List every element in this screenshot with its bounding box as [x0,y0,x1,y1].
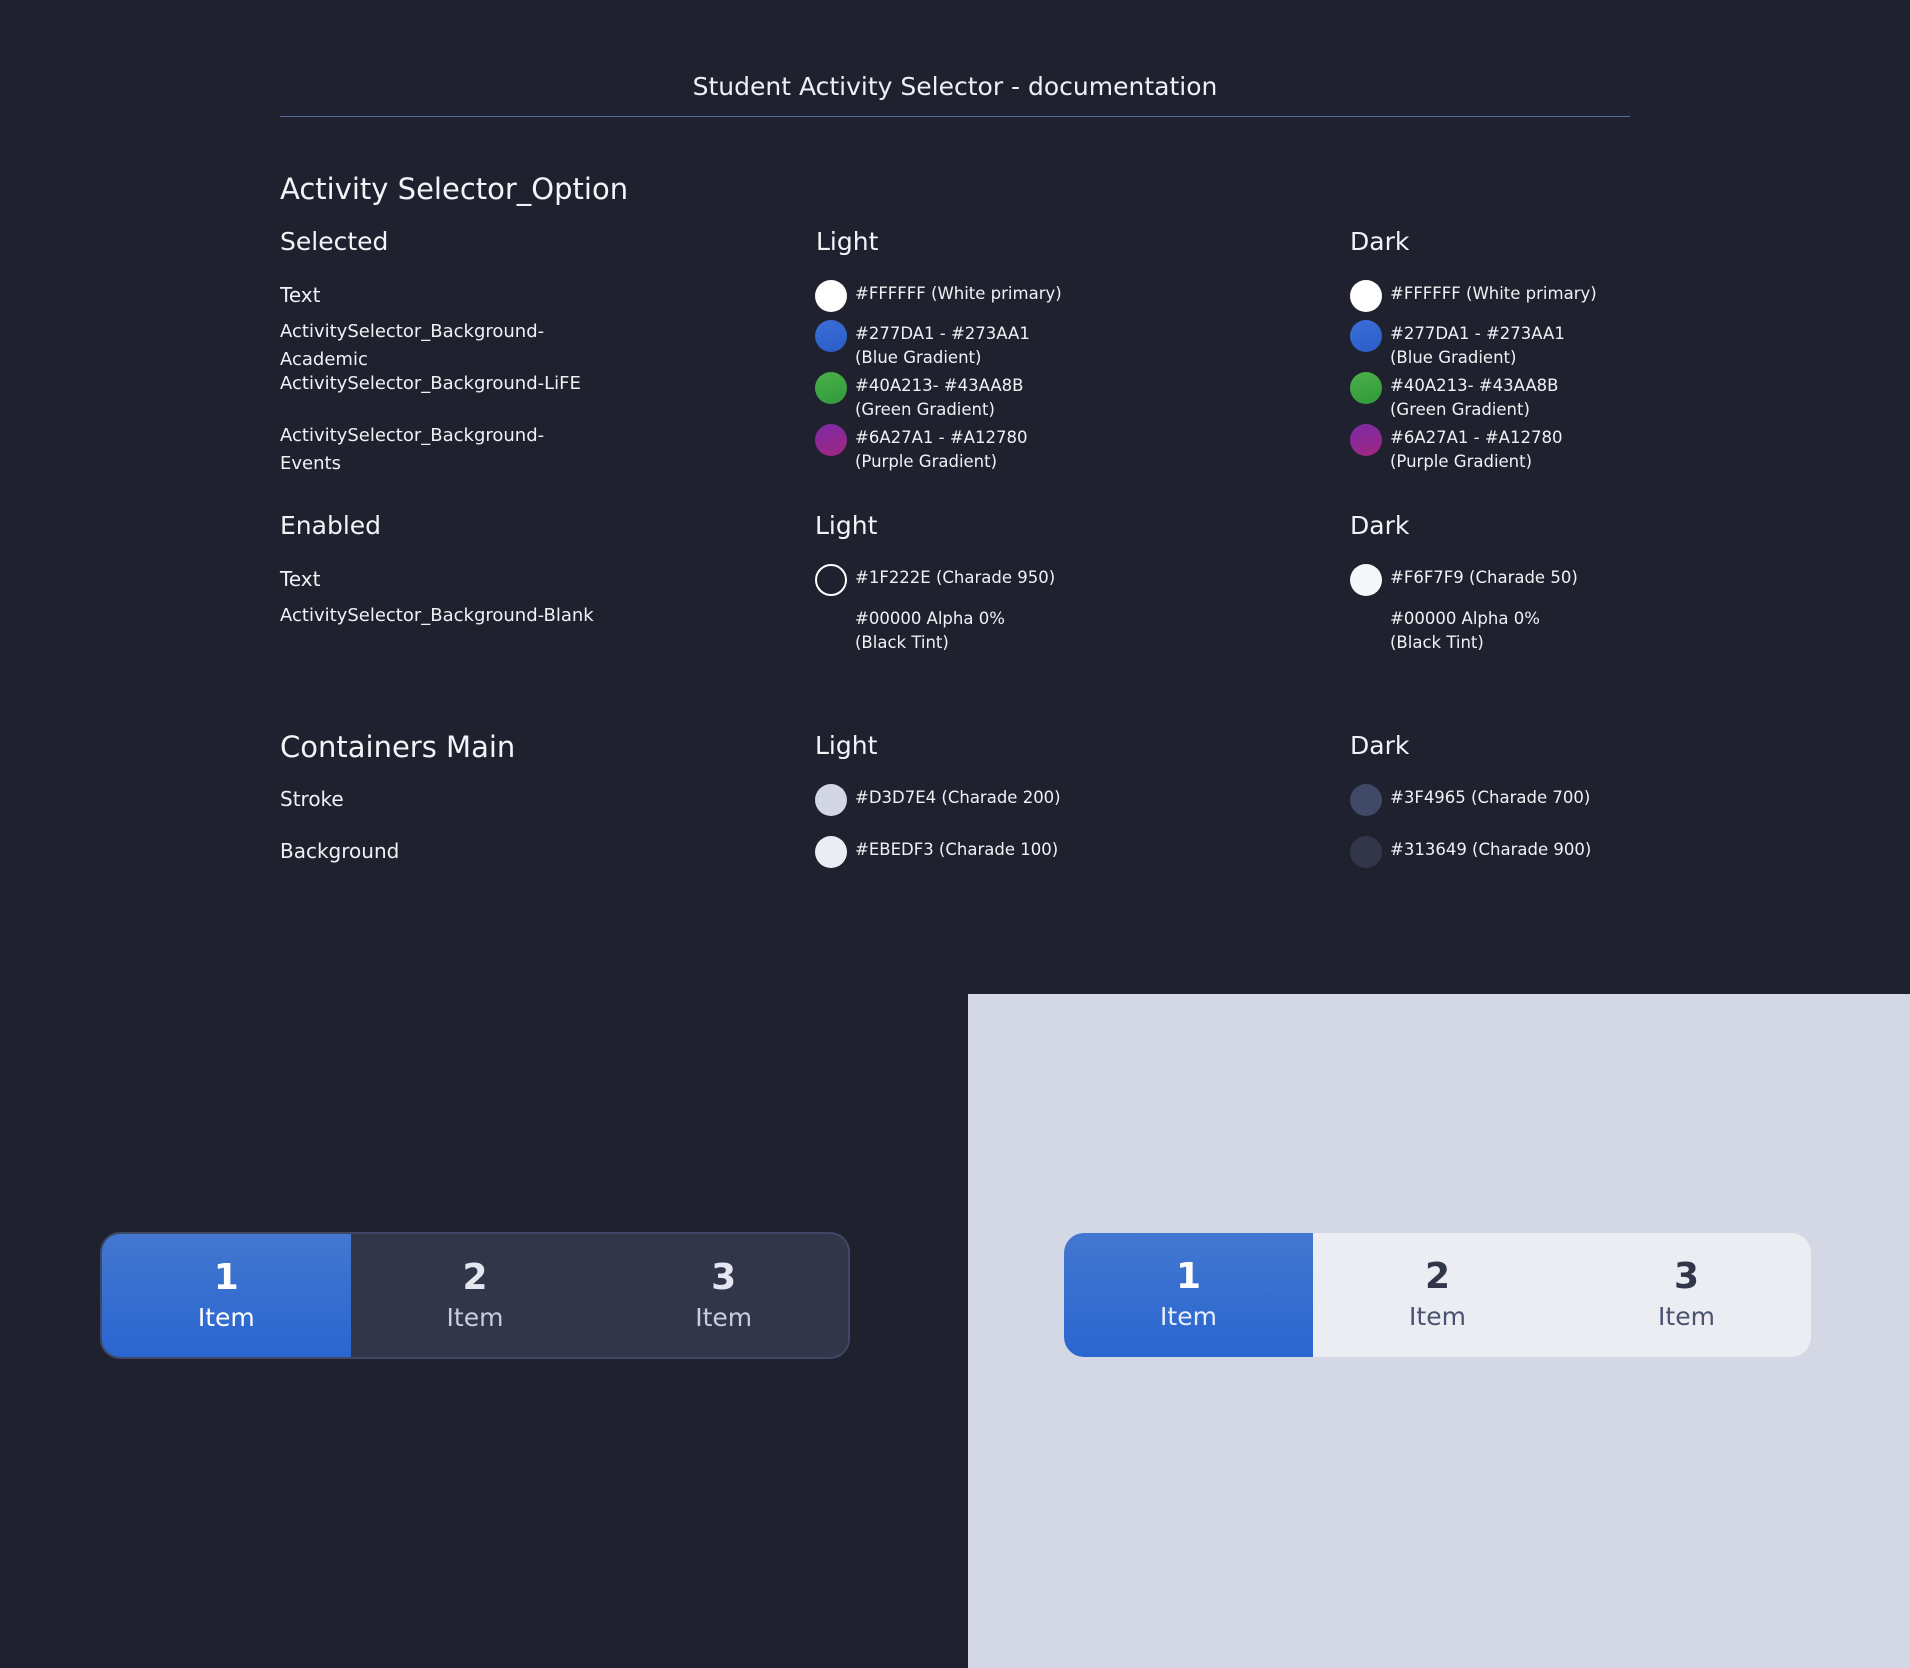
swatch-selected-light-life: #40A213- #43AA8B (Green Gradient) [815,372,1155,422]
charade-50-swatch-icon [1350,564,1382,596]
containers-light-heading: Light [815,731,878,760]
blue-gradient-swatch-icon [815,320,847,352]
swatch-containers-light-background: #EBEDF3 (Charade 100) [815,836,1155,868]
swatch-containers-dark-background: #313649 (Charade 900) [1350,836,1690,868]
enabled-light-heading: Light [815,511,878,540]
charade-100-swatch-icon [815,836,847,868]
selected-heading: Selected [280,227,389,256]
swatch-containers-dark-stroke: #3F4965 (Charade 700) [1350,784,1690,816]
swatch-enabled-dark-text: #F6F7F9 (Charade 50) [1350,564,1690,596]
blue-gradient-swatch-icon [1350,320,1382,352]
swatch-selected-dark-academic: #277DA1 - #273AA1 (Blue Gradient) [1350,320,1690,370]
activity-selector-dark: 1 Item 2 Item 3 Item [100,1232,850,1359]
selected-events-label: ActivitySelector_Background-Events [280,425,545,474]
selected-light-heading: Light [816,227,879,256]
swatch-selected-light-events: #6A27A1 - #A12780 (Purple Gradient) [815,424,1155,474]
activity-selector-light: 1 Item 2 Item 3 Item [1064,1233,1811,1357]
swatch-enabled-light-text: #1F222E (Charade 950) [815,564,1155,596]
doc-title: Student Activity Selector - documentatio… [692,72,1218,101]
green-gradient-swatch-icon [1350,372,1382,404]
containers-stroke-label: Stroke [280,787,344,811]
enabled-dark-heading: Dark [1350,511,1410,540]
charade-950-swatch-icon [815,564,847,596]
enabled-heading: Enabled [280,511,382,540]
green-gradient-swatch-icon [815,372,847,404]
selected-academic-label: ActivitySelector_Background-Academic [280,321,545,370]
section-title-containers: Containers Main [280,730,516,764]
enabled-text-label: Text [280,567,321,591]
selected-life-label: ActivitySelector_Background-LiFE [280,373,581,394]
activity-option-3[interactable]: 3 Item [599,1234,848,1357]
title-divider [280,116,1630,117]
charade-900-swatch-icon [1350,836,1382,868]
swatch-enabled-dark-blank: #00000 Alpha 0% (Black Tint) [1390,609,1540,652]
purple-gradient-swatch-icon [815,424,847,456]
containers-background-label: Background [280,839,400,863]
containers-dark-heading: Dark [1350,731,1410,760]
white-swatch-icon [1350,280,1382,312]
swatch-selected-dark-events: #6A27A1 - #A12780 (Purple Gradient) [1350,424,1690,474]
charade-200-swatch-icon [815,784,847,816]
swatch-selected-light-text: #FFFFFF (White primary) [815,280,1155,312]
white-swatch-icon [815,280,847,312]
swatch-selected-light-academic: #277DA1 - #273AA1 (Blue Gradient) [815,320,1155,370]
selected-dark-heading: Dark [1350,227,1410,256]
activity-option-2[interactable]: 2 Item [1313,1233,1562,1357]
activity-option-1[interactable]: 1 Item [1064,1233,1313,1357]
section-title-option: Activity Selector_Option [280,172,629,206]
activity-option-1[interactable]: 1 Item [102,1234,351,1357]
swatch-containers-light-stroke: #D3D7E4 (Charade 200) [815,784,1155,816]
selected-text-label: Text [280,283,321,307]
activity-option-2[interactable]: 2 Item [351,1234,600,1357]
swatch-selected-dark-life: #40A213- #43AA8B (Green Gradient) [1350,372,1690,422]
swatch-selected-dark-text: #FFFFFF (White primary) [1350,280,1690,312]
enabled-blank-label: ActivitySelector_Background-Blank [280,605,594,626]
activity-option-3[interactable]: 3 Item [1562,1233,1811,1357]
swatch-enabled-light-blank: #00000 Alpha 0% (Black Tint) [855,609,1005,652]
purple-gradient-swatch-icon [1350,424,1382,456]
charade-700-swatch-icon [1350,784,1382,816]
